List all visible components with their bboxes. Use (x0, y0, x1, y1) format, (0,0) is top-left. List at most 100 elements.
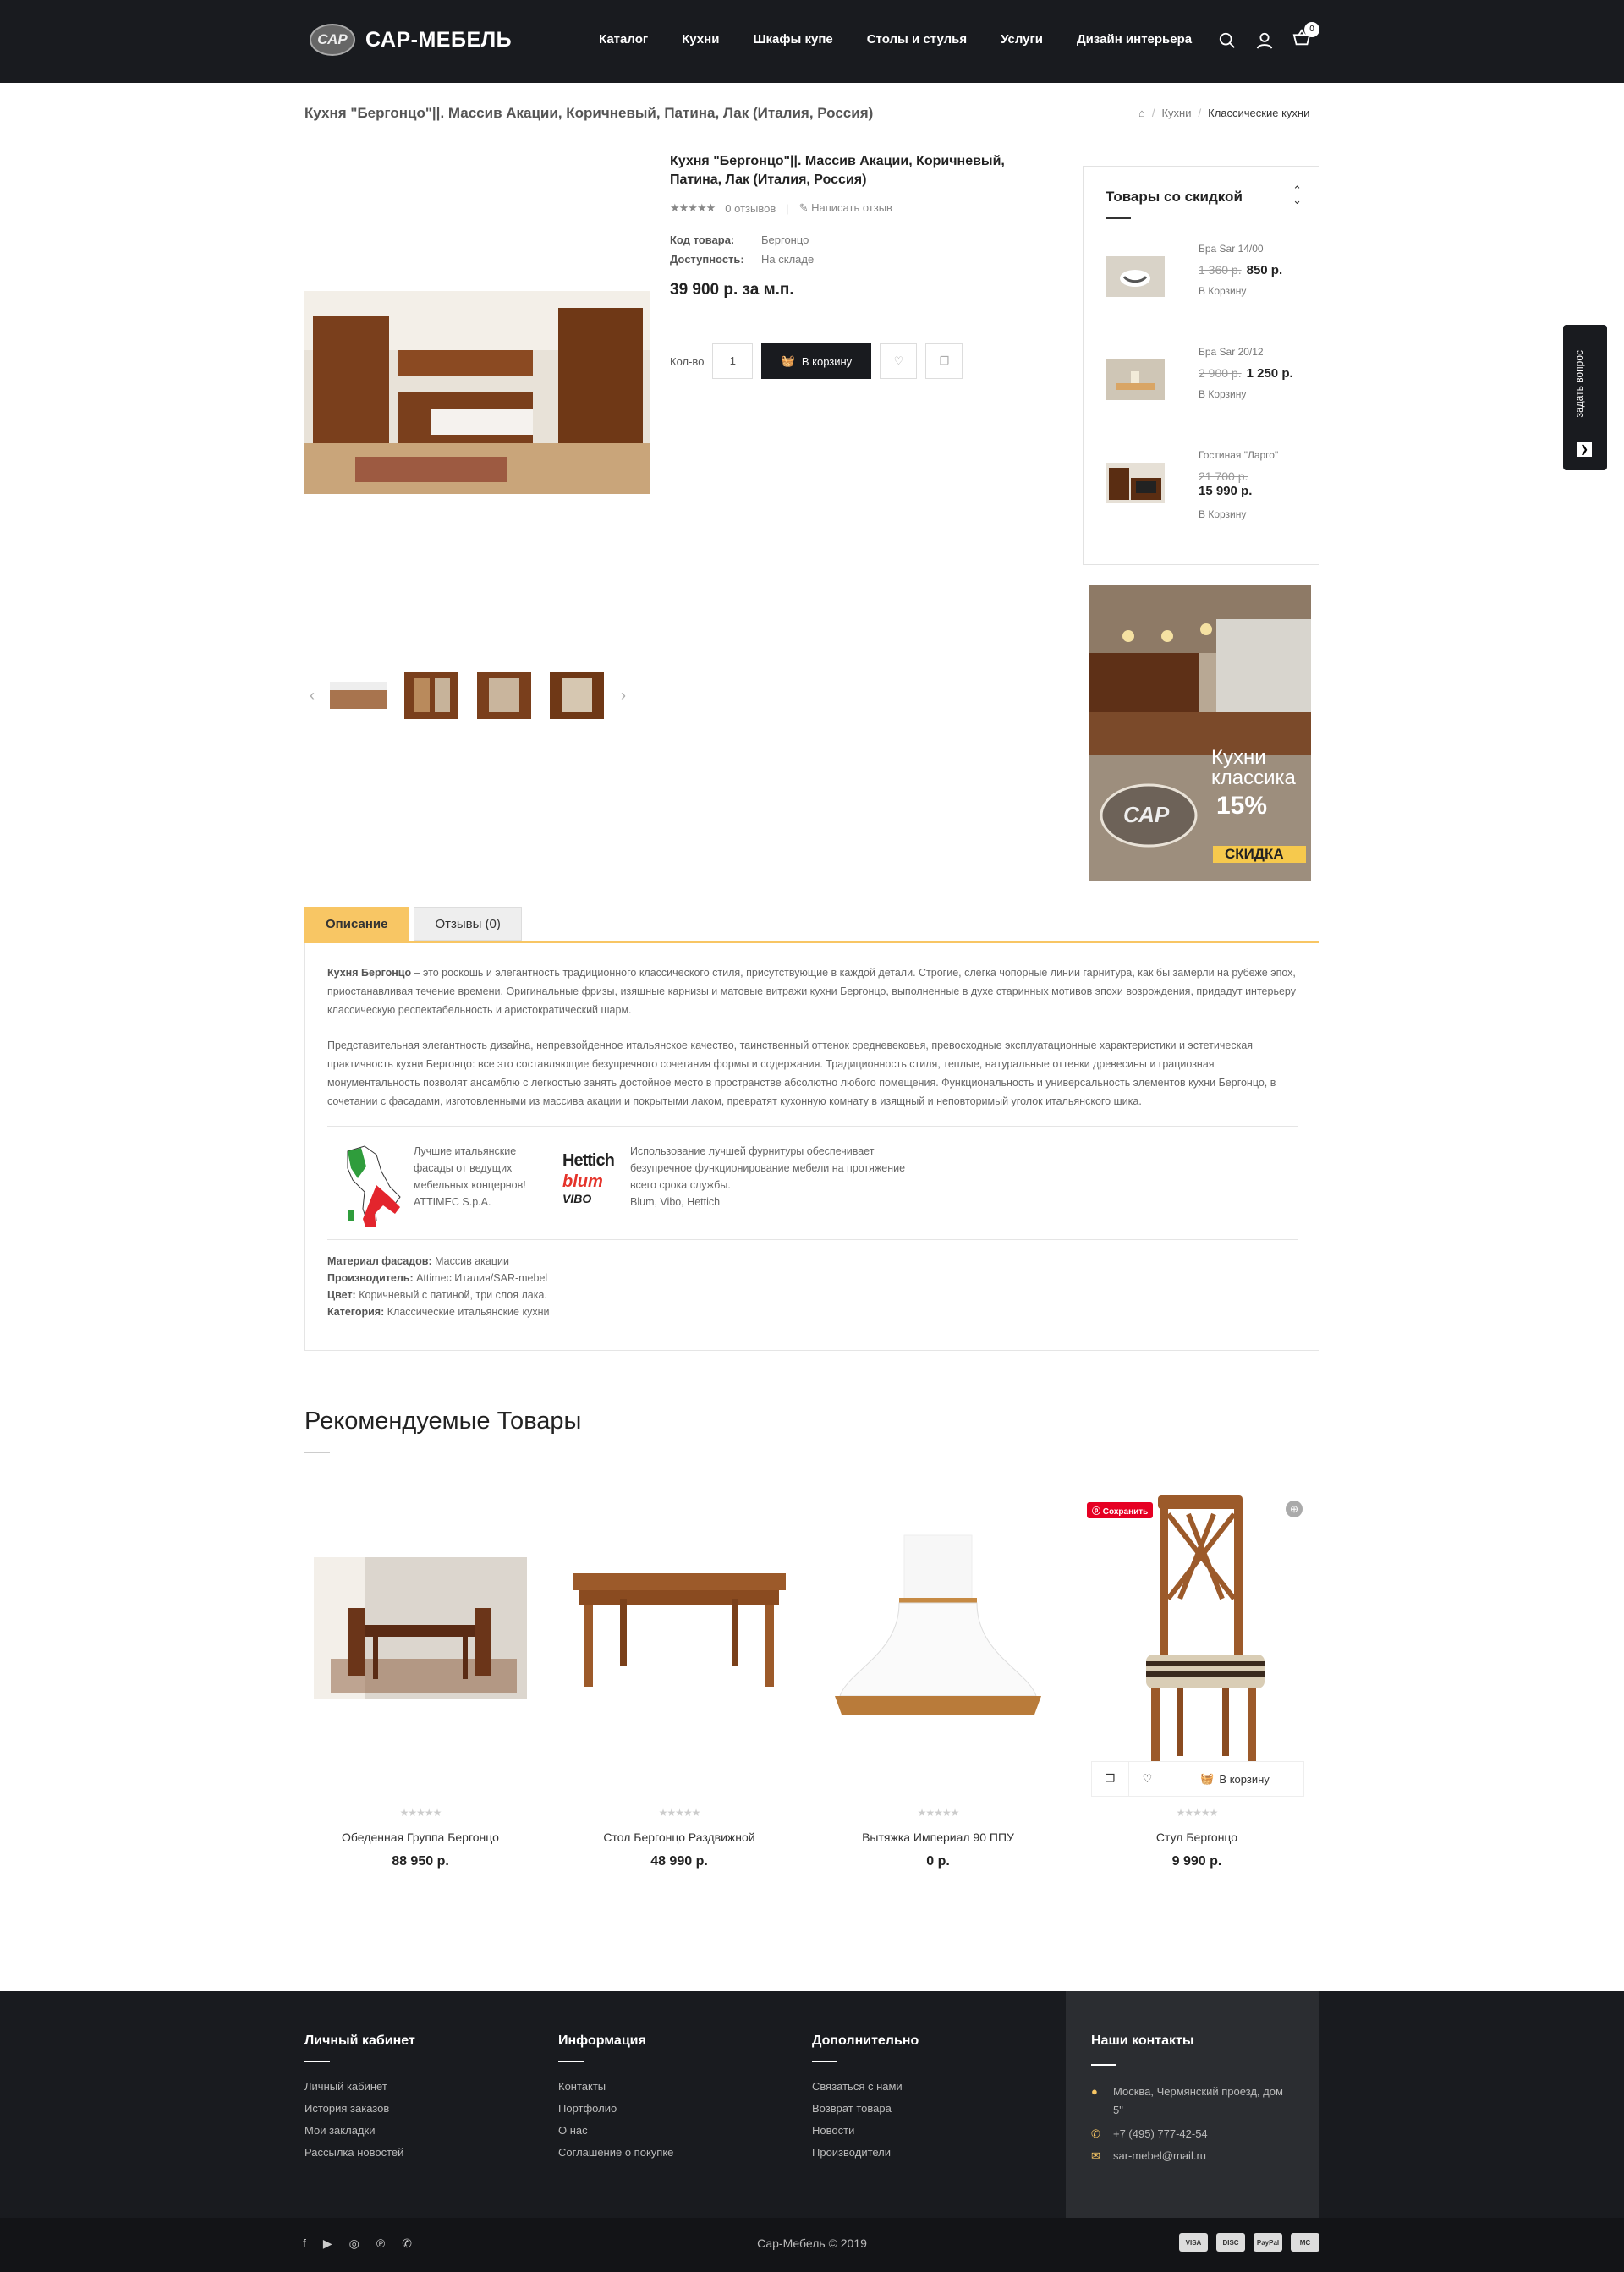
pinterest-icon: ⓟ (1092, 1507, 1103, 1517)
nav-kitchens[interactable]: Кухни (682, 32, 719, 47)
add-to-cart-button[interactable]: 🧺 В корзину (1166, 1772, 1303, 1786)
home-icon[interactable]: ⌂ (1138, 107, 1145, 119)
footer-link[interactable]: Контакты (558, 2076, 673, 2098)
contact-phone[interactable]: ✆ +7 (495) 777-42-54 (1091, 2125, 1208, 2143)
nav-wardrobes[interactable]: Шкафы купе (753, 32, 832, 47)
product-card[interactable]: ★★★★★ Вытяжка Империал 90 ППУ 0 р. (824, 1489, 1052, 1878)
reviews-link[interactable]: 0 отзывов (725, 202, 776, 215)
sidebar-item-name: Бра Sar 20/12 (1199, 346, 1264, 358)
thumbnail-2[interactable] (403, 672, 460, 719)
italy-text-line: мебельных концернов! (414, 1179, 526, 1191)
sidebar-title: Товары со скидкой (1106, 189, 1243, 205)
heart-icon: ♡ (893, 354, 904, 367)
sidebar-arrows[interactable]: ⌃ ⌄ (1292, 184, 1302, 206)
sidebar-item-action[interactable]: В Корзину (1199, 285, 1246, 297)
sidebar-item[interactable]: Бра Sar 14/00 1 360 р. 850 р. В Корзину (1106, 243, 1309, 302)
mastercard-icon: MC (1291, 2233, 1320, 2252)
contact-email[interactable]: ✉ sar-mebel@mail.ru (1091, 2147, 1206, 2165)
thumbnail-3[interactable] (475, 672, 533, 719)
breadcrumb-kitchens[interactable]: Кухни (1161, 107, 1191, 119)
user-icon[interactable] (1255, 31, 1274, 50)
footer-link[interactable]: Связаться с нами (812, 2076, 919, 2098)
thumbnail-1[interactable] (330, 672, 387, 719)
footer-link[interactable]: Возврат товара (812, 2098, 919, 2120)
thumbnail-4[interactable] (548, 672, 606, 719)
breadcrumb-classic[interactable]: Классические кухни (1208, 107, 1309, 119)
product-main-image[interactable] (304, 291, 650, 494)
write-review-link[interactable]: ✎ Написать отзыв (799, 201, 892, 215)
nav-tables-chairs[interactable]: Столы и стулья (867, 32, 967, 47)
banner-line2: классика (1211, 766, 1296, 789)
address-line: 5" (1113, 2104, 1123, 2116)
product-card-image[interactable] (1083, 1489, 1311, 1768)
heart-icon[interactable]: ♡ (1129, 1762, 1166, 1796)
sidebar-item-image (1106, 256, 1165, 297)
sidebar-underline (1106, 217, 1131, 219)
tab-reviews[interactable]: Отзывы (0) (414, 907, 522, 941)
basket-icon: 🧺 (781, 354, 795, 367)
lens-icon[interactable]: ⊕ (1286, 1501, 1303, 1517)
hardware-text-line: Blum, Vibo, Hettich (630, 1196, 721, 1208)
sidebar-item[interactable]: Гостиная "Ларго" 21 700 р. 15 990 р. В Ко… (1106, 449, 1309, 520)
product-card-price: 9 990 р. (1171, 1854, 1222, 1869)
sidebar-item[interactable]: Бра Sar 20/12 2 900 р. 1 250 р. В Корзину (1106, 346, 1309, 405)
sidebar-item-name: Гостиная "Ларго" (1199, 449, 1279, 461)
chevron-right-icon[interactable]: › (621, 687, 626, 705)
pinterest-save-button[interactable]: ⓟ Сохранить (1087, 1502, 1154, 1518)
italy-text-line: ATTIMEC S.p.A. (414, 1196, 491, 1208)
product-card[interactable]: ★★★★★ Стол Бергонцо Раздвижной 48 990 р. (565, 1489, 793, 1878)
header: САР САР-МЕБЕЛЬ Каталог Кухни Шкафы купе … (0, 0, 1624, 83)
hardware-text: Использование лучшей фурнитуры обеспечив… (630, 1143, 905, 1210)
availability-row: Доступность: На складе (670, 253, 1059, 266)
ask-question-widget[interactable]: задать вопрос ❯ (1563, 325, 1607, 470)
compare-button[interactable]: ❐ (925, 343, 963, 379)
product-card-image[interactable] (824, 1489, 1052, 1768)
footer-link[interactable]: Рассылка новостей (304, 2142, 415, 2164)
footer-link[interactable]: О нас (558, 2120, 673, 2142)
footer-contacts: Наши контакты ● Москва, Чермянский проезд… (1066, 1991, 1320, 2218)
product-title: Кухня "Бергонцо"||. Массив Акации, Корич… (670, 154, 1005, 187)
chevron-left-icon[interactable]: ‹ (310, 687, 315, 705)
italy-text-line: Лучшие итальянские (414, 1145, 517, 1157)
email-text: sar-mebel@mail.ru (1113, 2149, 1206, 2162)
product-card[interactable]: ⓟ Сохранить ⊕ ❐ ♡ 🧺 В корзину ★★★★★ Стул … (1083, 1489, 1311, 1878)
nav-catalog[interactable]: Каталог (599, 32, 648, 47)
footer-link[interactable]: Новости (812, 2120, 919, 2142)
product-card-image[interactable] (306, 1489, 535, 1768)
rating-stars: ★★★★★ (1176, 1807, 1219, 1819)
product-card-image[interactable] (565, 1489, 793, 1768)
product-card-name[interactable]: Вытяжка Империал 90 ППУ (824, 1830, 1052, 1844)
add-to-cart-button[interactable]: 🧺 В корзину (761, 343, 872, 379)
footer-link[interactable]: Мои закладки (304, 2120, 415, 2142)
promo-banner[interactable]: САР Кухни классика 15% СКИДКА (1089, 585, 1311, 881)
logo[interactable]: САР САР-МЕБЕЛЬ (310, 24, 512, 56)
footer-link[interactable]: Портфолио (558, 2098, 673, 2120)
wishlist-button[interactable]: ♡ (880, 343, 918, 379)
old-price: 2 900 р. (1199, 366, 1242, 380)
product-card-name[interactable]: Обеденная Группа Бергонцо (306, 1830, 535, 1844)
product-card-name[interactable]: Стол Бергонцо Раздвижной (565, 1830, 793, 1844)
nav-interior-design[interactable]: Дизайн интерьера (1077, 32, 1192, 47)
compare-icon[interactable]: ❐ (1092, 1762, 1129, 1796)
footer-link[interactable]: История заказов (304, 2098, 415, 2120)
sidebar-item-action[interactable]: В Корзину (1199, 388, 1246, 400)
recommended-title: Рекомендуемые Товары (304, 1408, 582, 1435)
footer-link[interactable]: Личный кабинет (304, 2076, 415, 2098)
hardware-text-line: Использование лучшей фурнитуры обеспечив… (630, 1145, 875, 1157)
cart[interactable]: 0 (1292, 22, 1320, 52)
product-card[interactable]: ★★★★★ Обеденная Группа Бергонцо 88 950 р… (306, 1489, 535, 1878)
product-card-name[interactable]: Стул Бергонцо (1083, 1830, 1311, 1844)
footer-info: Информация Контакты Портфолио О нас Согл… (558, 2033, 673, 2164)
footer-link[interactable]: Соглашение о покупке (558, 2142, 673, 2164)
italy-text-line: фасады от ведущих (414, 1162, 513, 1174)
header-icons: 0 (1218, 22, 1320, 52)
logo-badge: САР (310, 24, 355, 56)
description-paragraph-1: Кухня Бергонцо – это роскошь и элегантно… (327, 963, 1298, 1019)
search-icon[interactable] (1218, 31, 1237, 50)
footer-link[interactable]: Производители (812, 2142, 919, 2164)
qty-input[interactable]: 1 (712, 343, 754, 379)
sidebar-item-action[interactable]: В Корзину (1199, 508, 1246, 520)
tab-description[interactable]: Описание (304, 907, 409, 941)
divider (327, 1126, 1298, 1127)
nav-services[interactable]: Услуги (1001, 32, 1043, 47)
